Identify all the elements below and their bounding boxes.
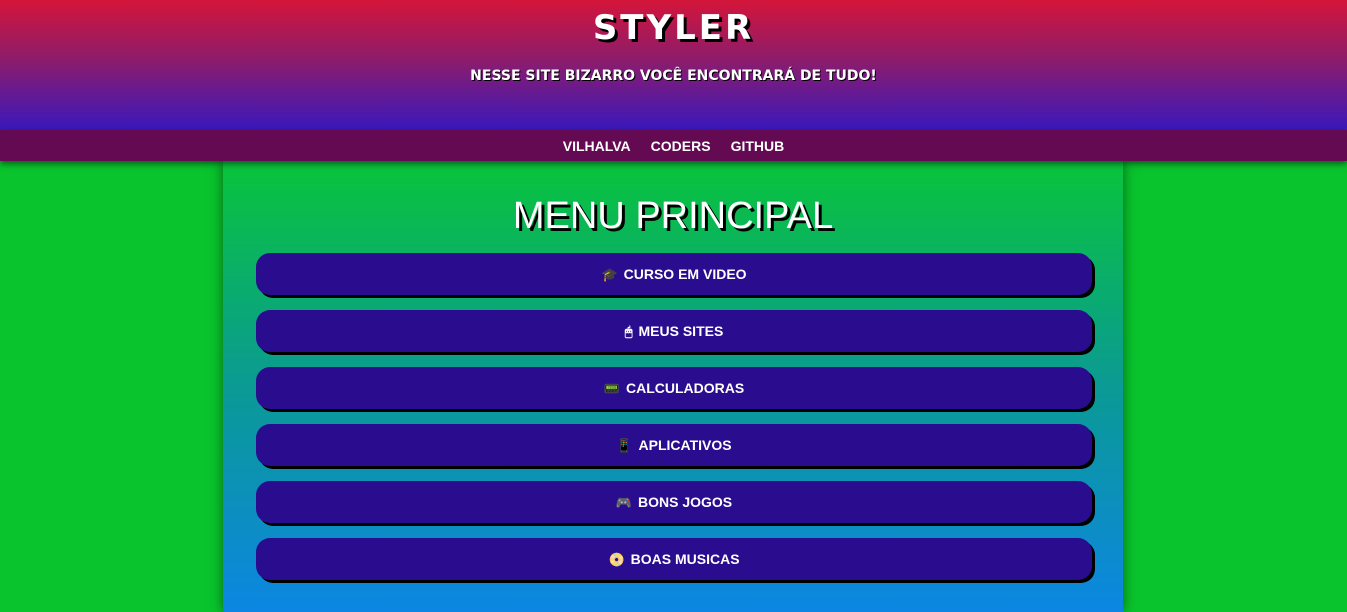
menu-button-calculadoras[interactable]: 📟 CALCULADORAS bbox=[256, 367, 1092, 409]
nav-link-vilhalva[interactable]: VILHALVA bbox=[563, 138, 631, 154]
game-controller-icon: 🎮 bbox=[615, 494, 633, 510]
menu-button-boas-musicas[interactable]: 📀 BOAS MUSICAS bbox=[256, 538, 1092, 580]
site-header: STYLER NESSE SITE BIZARRO VOCÊ ENCONTRAR… bbox=[0, 0, 1347, 130]
calculator-icon: 📟 bbox=[603, 380, 620, 396]
menu-button-label: CALCULADORAS bbox=[625, 380, 745, 396]
nav-link-github[interactable]: GITHUB bbox=[731, 138, 785, 154]
menu-button-label: MEUS SITES bbox=[638, 323, 724, 339]
menu-list: 🎓 CURSO EM VIDEO 🖱 MEUS SITES 📟 CALCULAD… bbox=[256, 253, 1092, 595]
menu-button-label: APLICATIVOS bbox=[638, 437, 732, 453]
site-title: STYLER bbox=[592, 8, 755, 48]
disc-icon: 📀 bbox=[608, 551, 625, 567]
menu-button-label: CURSO EM VIDEO bbox=[623, 266, 747, 282]
menu-button-bons-jogos[interactable]: 🎮 BONS JOGOS bbox=[256, 481, 1092, 523]
top-navigation: VILHALVA CODERS GITHUB bbox=[0, 130, 1347, 161]
mobile-phone-icon: 📱 bbox=[616, 437, 633, 453]
mouse-icon: 🖱 bbox=[624, 323, 633, 339]
main-panel: MENU PRINCIPAL 🎓 CURSO EM VIDEO 🖱 MEUS S… bbox=[223, 161, 1123, 612]
nav-link-coders[interactable]: CODERS bbox=[651, 138, 711, 154]
menu-button-label: BONS JOGOS bbox=[638, 494, 733, 510]
menu-button-aplicativos[interactable]: 📱 APLICATIVOS bbox=[256, 424, 1092, 466]
menu-button-meus-sites[interactable]: 🖱 MEUS SITES bbox=[256, 310, 1092, 352]
graduation-cap-icon: 🎓 bbox=[601, 266, 618, 282]
menu-button-curso-em-video[interactable]: 🎓 CURSO EM VIDEO bbox=[256, 253, 1092, 295]
menu-button-label: BOAS MUSICAS bbox=[630, 551, 740, 567]
menu-title: MENU PRINCIPAL bbox=[512, 195, 834, 237]
site-subtitle: NESSE SITE BIZARRO VOCÊ ENCONTRARÁ DE TU… bbox=[470, 68, 877, 84]
